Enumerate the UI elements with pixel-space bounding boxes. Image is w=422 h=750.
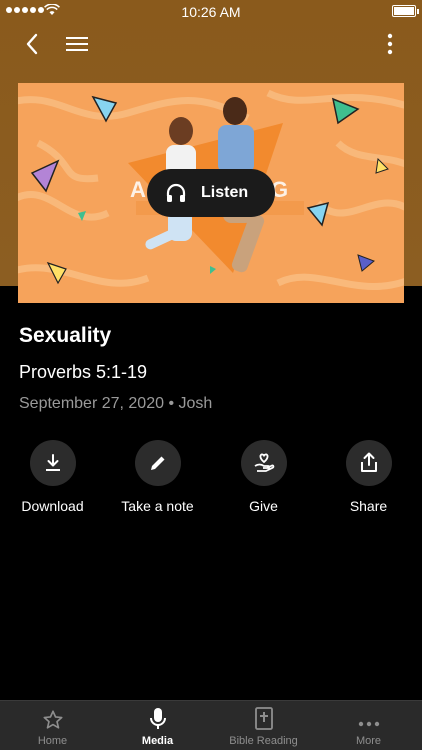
tab-home-label: Home [37, 735, 68, 747]
share-circle[interactable] [345, 440, 392, 486]
take-note-button[interactable]: Take a note [105, 440, 210, 514]
take-note-label: Take a note [121, 498, 194, 514]
give-label: Give [249, 498, 278, 514]
chevron-left-icon [26, 33, 38, 55]
more-vertical-icon [387, 33, 393, 55]
sermon-meta: September 27, 2020 • Josh [19, 395, 212, 413]
options-button[interactable] [374, 30, 406, 58]
hamburger-menu-icon [66, 37, 88, 51]
give-hand-heart-icon [254, 453, 274, 472]
download-circle[interactable] [29, 440, 76, 486]
tab-more-label: More [355, 735, 382, 747]
bible-icon [254, 707, 273, 730]
give-circle[interactable] [240, 440, 287, 486]
action-row: Download Take a note Give Share [0, 440, 422, 520]
download-label: Download [21, 498, 84, 514]
sermon-passage: Proverbs 5:1-19 [19, 362, 148, 382]
download-button[interactable]: Download [0, 440, 105, 514]
tab-bible-reading[interactable]: Bible Reading [211, 701, 316, 750]
svg-text:A: A [130, 177, 146, 202]
meta-separator: • [168, 395, 175, 412]
give-button[interactable]: Give [211, 440, 316, 514]
share-label: Share [349, 498, 388, 514]
nav-bar [0, 24, 422, 64]
headphones-icon [166, 183, 186, 202]
back-button[interactable] [16, 30, 48, 58]
tab-home[interactable]: Home [0, 701, 105, 750]
download-icon [45, 454, 60, 471]
share-icon [360, 452, 377, 472]
tab-more[interactable]: More [316, 701, 421, 750]
share-button[interactable]: Share [316, 440, 421, 514]
pencil-icon [150, 456, 164, 470]
battery-icon [392, 5, 419, 17]
listen-button[interactable]: Listen [147, 169, 275, 217]
status-time: 10:26 AM [181, 4, 241, 20]
microphone-icon [149, 708, 166, 729]
menu-button[interactable] [61, 30, 93, 58]
tab-media-label: Media [141, 735, 174, 747]
sermon-title: Sexuality [19, 324, 112, 347]
listen-label: Listen [201, 184, 249, 201]
more-dots-icon [358, 721, 379, 727]
star-icon [42, 710, 63, 729]
sermon-date: September 27, 2020 [19, 395, 164, 412]
tab-bible-reading-label: Bible Reading [229, 735, 298, 747]
sermon-speaker: Josh [178, 395, 213, 412]
tab-media[interactable]: Media [105, 701, 210, 750]
tab-bar: Home Media Bible Reading More [0, 700, 422, 750]
status-bar: 10:26 AM [0, 0, 422, 24]
take-note-circle[interactable] [134, 440, 181, 486]
